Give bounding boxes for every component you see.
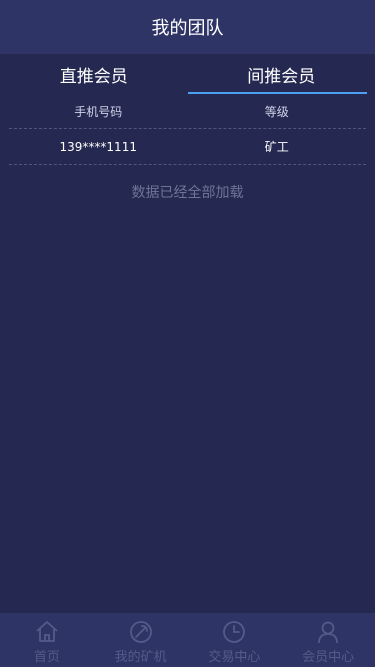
cell-phone: 139****1111: [59, 139, 137, 154]
nav-trade-center[interactable]: 交易中心: [188, 613, 282, 667]
home-icon: [36, 621, 58, 642]
nav-trade-center-label: 交易中心: [208, 650, 261, 665]
member-tabs: 直推会员 间推会员: [0, 54, 375, 94]
column-header-level: 等级: [264, 104, 289, 119]
top-bar: 我的团队: [0, 0, 375, 54]
nav-member-center-label: 会员中心: [302, 650, 355, 665]
bottom-nav: 首页 我的矿机 交易中心 会员中心: [0, 613, 375, 667]
load-status-text: 数据已经全部加载: [131, 185, 244, 201]
member-table: 手机号码 等级 139****1111 矿工: [9, 94, 366, 165]
nav-home-label: 首页: [33, 650, 60, 665]
user-icon: [318, 621, 339, 644]
tab-direct-members[interactable]: 直推会员: [0, 54, 188, 94]
clock-icon: [223, 621, 246, 643]
nav-my-miner-label: 我的矿机: [114, 650, 167, 665]
miner-icon: [129, 621, 152, 643]
nav-member-center[interactable]: 会员中心: [281, 613, 375, 667]
table-row: 139****1111 矿工: [9, 129, 366, 165]
cell-level: 矿工: [264, 140, 289, 154]
table-header-row: 手机号码 等级: [9, 94, 366, 129]
tab-direct-members-label: 直推会员: [59, 66, 128, 87]
column-header-phone: 手机号码: [74, 104, 123, 119]
nav-my-miner[interactable]: 我的矿机: [94, 613, 188, 667]
tab-indirect-members[interactable]: 间推会员: [187, 54, 375, 94]
page-title: 我的团队: [151, 18, 224, 39]
nav-home[interactable]: 首页: [0, 613, 94, 667]
tab-indirect-members-label: 间推会员: [247, 66, 316, 87]
